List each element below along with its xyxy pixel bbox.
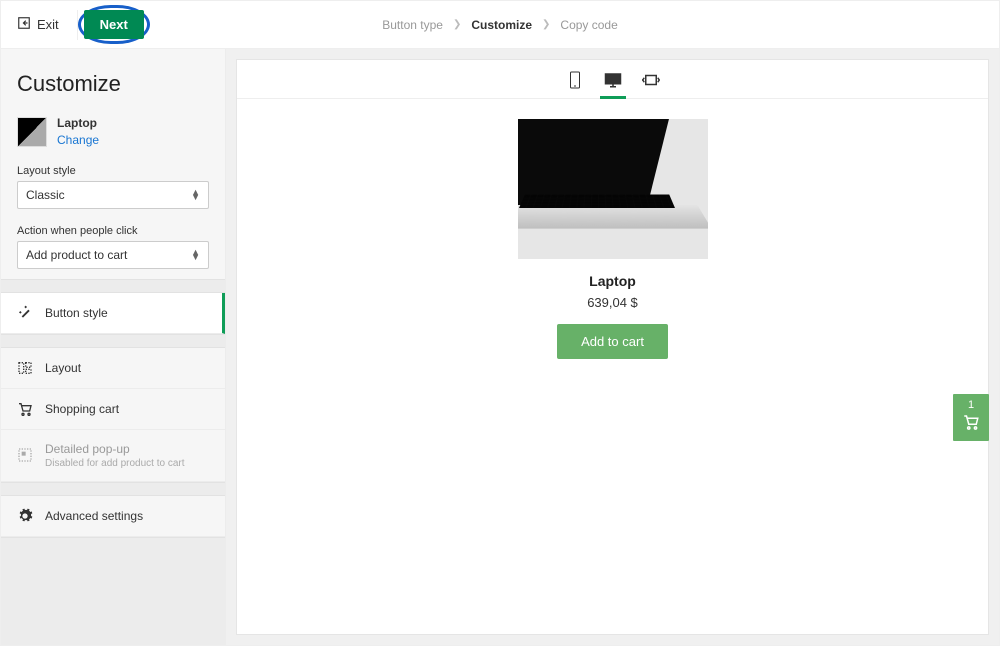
click-action-label: Action when people click bbox=[17, 225, 209, 237]
click-action-select[interactable]: Add product to cart ▲▼ bbox=[17, 241, 209, 269]
sidebar-item-label: Layout bbox=[45, 361, 81, 375]
sidebar-title: Customize bbox=[1, 49, 225, 115]
device-desktop[interactable] bbox=[601, 70, 625, 90]
next-button[interactable]: Next bbox=[84, 10, 144, 39]
select-arrows-icon: ▲▼ bbox=[191, 190, 200, 200]
chevron-right-icon: ❯ bbox=[542, 19, 550, 30]
sidebar-item-shopping-cart[interactable]: Shopping cart bbox=[1, 389, 225, 430]
sidebar-item-text: Detailed pop-up Disabled for add product… bbox=[45, 442, 185, 469]
add-to-cart-button[interactable]: Add to cart bbox=[557, 324, 668, 359]
sidebar-item-sublabel: Disabled for add product to cart bbox=[45, 458, 185, 469]
chevron-right-icon: ❯ bbox=[453, 19, 461, 30]
sidebar: Customize Laptop Change Layout style Cla… bbox=[1, 49, 226, 645]
layout-style-select[interactable]: Classic ▲▼ bbox=[17, 181, 209, 209]
change-product-link[interactable]: Change bbox=[57, 132, 99, 149]
sidebar-item-layout[interactable]: Layout bbox=[1, 348, 225, 389]
header: Exit Button type ❯ Customize ❯ Copy code… bbox=[1, 1, 999, 49]
main: Laptop 639,04 $ Add to cart 1 bbox=[226, 49, 999, 645]
preview-title: Laptop bbox=[589, 273, 636, 289]
layout-style-value: Classic bbox=[26, 188, 65, 202]
preview-canvas: Laptop 639,04 $ Add to cart bbox=[236, 59, 989, 635]
breadcrumb-step-2[interactable]: Customize bbox=[471, 18, 532, 32]
product-info: Laptop Change bbox=[57, 115, 99, 149]
cart-fab[interactable]: 1 bbox=[953, 394, 989, 441]
click-action-field: Action when people click Add product to … bbox=[1, 219, 225, 279]
sidebar-item-label: Shopping cart bbox=[45, 402, 119, 416]
sidebar-item-label: Advanced settings bbox=[45, 509, 143, 523]
sidebar-item-advanced-settings[interactable]: Advanced settings bbox=[1, 496, 225, 537]
sidebar-divider bbox=[1, 482, 225, 496]
product-name: Laptop bbox=[57, 115, 99, 132]
sidebar-spacer bbox=[1, 537, 225, 645]
preview-price: 639,04 $ bbox=[587, 295, 638, 310]
sidebar-item-label: Detailed pop-up bbox=[45, 442, 185, 456]
product-row: Laptop Change bbox=[1, 115, 225, 159]
cart-icon bbox=[17, 401, 33, 417]
next-highlight-circle: Next bbox=[78, 5, 150, 44]
cart-count: 1 bbox=[953, 399, 989, 411]
sidebar-item-button-style[interactable]: Button style bbox=[1, 293, 225, 334]
sidebar-divider bbox=[1, 334, 225, 348]
wand-icon bbox=[17, 305, 33, 321]
device-fullwidth[interactable] bbox=[639, 70, 663, 90]
app-root: Exit Button type ❯ Customize ❯ Copy code… bbox=[0, 0, 1000, 646]
cart-icon bbox=[962, 413, 980, 431]
layout-style-field: Layout style Classic ▲▼ bbox=[1, 159, 225, 219]
click-action-value: Add product to cart bbox=[26, 248, 127, 262]
breadcrumb: Button type ❯ Customize ❯ Copy code bbox=[382, 18, 618, 32]
exit-button[interactable]: Exit bbox=[17, 10, 78, 40]
device-mobile[interactable] bbox=[563, 70, 587, 90]
sidebar-item-label: Button style bbox=[45, 306, 108, 320]
breadcrumb-step-1[interactable]: Button type bbox=[382, 18, 443, 32]
device-switcher bbox=[237, 60, 988, 99]
exit-label: Exit bbox=[37, 17, 59, 32]
gear-icon bbox=[17, 508, 33, 524]
layout-icon bbox=[17, 360, 33, 376]
product-thumbnail bbox=[17, 117, 47, 147]
layout-style-label: Layout style bbox=[17, 165, 209, 177]
select-arrows-icon: ▲▼ bbox=[191, 250, 200, 260]
breadcrumb-step-3[interactable]: Copy code bbox=[560, 18, 617, 32]
popup-icon bbox=[17, 447, 33, 463]
product-preview: Laptop 639,04 $ Add to cart bbox=[237, 99, 988, 634]
exit-icon bbox=[17, 16, 31, 33]
body: Customize Laptop Change Layout style Cla… bbox=[1, 49, 999, 645]
sidebar-divider bbox=[1, 279, 225, 293]
sidebar-item-detailed-popup: Detailed pop-up Disabled for add product… bbox=[1, 430, 225, 482]
preview-image bbox=[518, 119, 708, 259]
